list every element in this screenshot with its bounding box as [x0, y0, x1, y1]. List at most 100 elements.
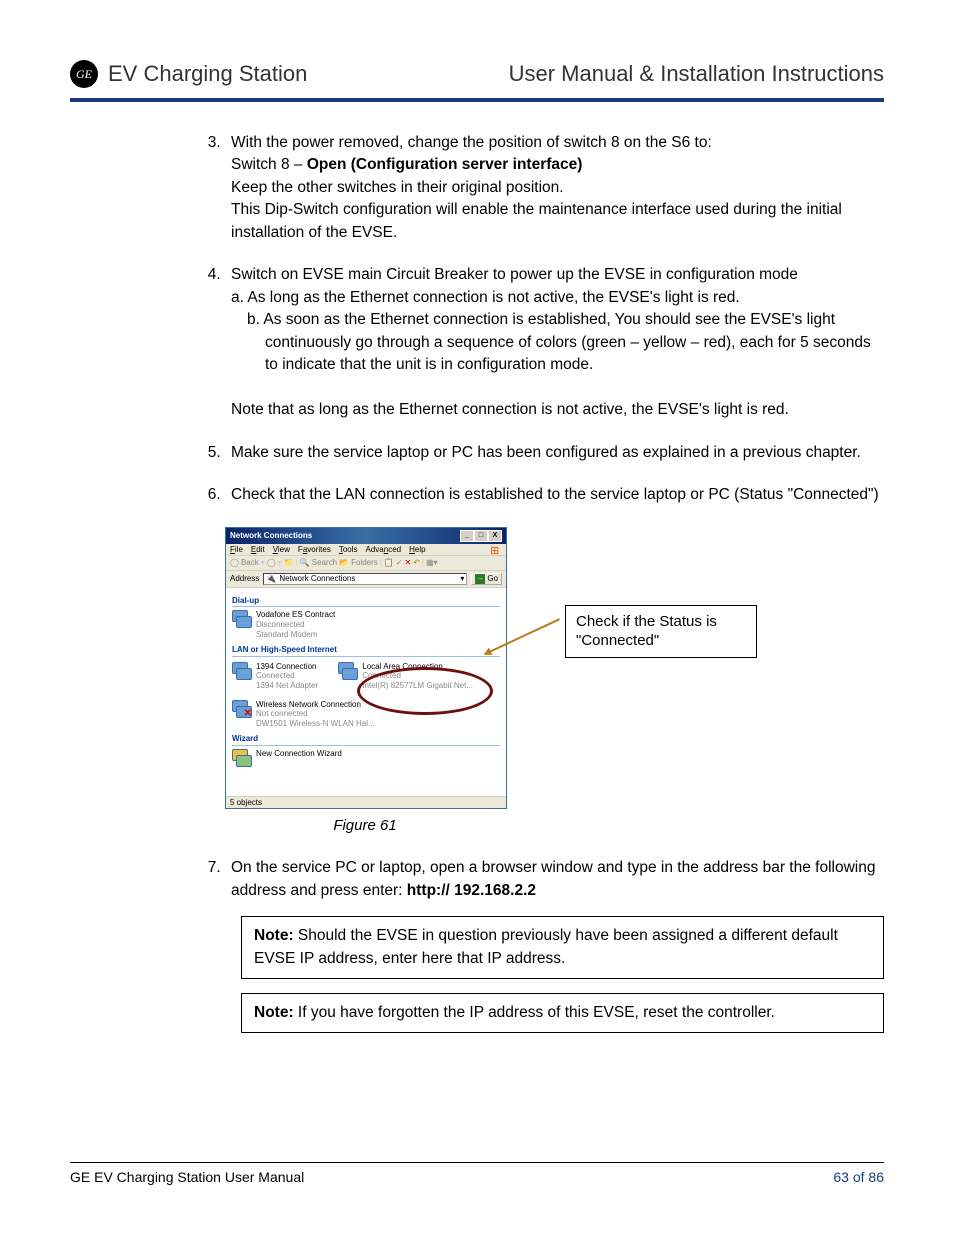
conn-status: Not connected	[256, 709, 375, 719]
conn-wireless: ✕ Wireless Network Connection Not connec…	[232, 700, 500, 729]
callout-box: Check if the Status is "Connected"	[565, 605, 757, 658]
note-1-text: Should the EVSE in question previously h…	[254, 927, 838, 966]
conn-device: 1394 Net Adapter	[256, 681, 318, 691]
menu-advanced: Advanced	[366, 545, 402, 555]
step-7-url: http:// 192.168.2.2	[407, 882, 536, 899]
step-3-line3: Keep the other switches in their origina…	[231, 179, 564, 196]
disconnected-x-icon: ✕	[244, 708, 252, 720]
go-arrow-icon: →	[475, 574, 485, 584]
conn-vodafone: Vodafone ES Contract Disconnected Standa…	[232, 610, 500, 639]
step-3-switch-label: Switch 8 –	[231, 156, 307, 173]
step-3: With the power removed, change the posit…	[225, 132, 884, 244]
header-divider	[70, 98, 884, 102]
up-folder-icon: 📁	[284, 558, 294, 568]
back-label: Back	[241, 558, 259, 568]
address-bar: Address 🔌 Network Connections ▾ → Go	[226, 571, 506, 588]
menu-view: View	[273, 545, 290, 555]
step-6: Check that the LAN connection is establi…	[225, 484, 884, 506]
step-3-switch-setting: Open (Configuration server interface)	[307, 156, 583, 173]
delete-icon: ✕	[405, 558, 412, 568]
undo-icon: ↶	[413, 558, 420, 568]
note-label: Note:	[254, 1004, 294, 1021]
window-menubar: File Edit View Favorites Tools Advanced …	[226, 544, 506, 557]
header-left-title: EV Charging Station	[108, 61, 307, 87]
ge-logo-icon: GE	[70, 60, 98, 88]
address-input: 🔌 Network Connections ▾	[263, 573, 467, 585]
conn-name: 1394 Connection	[256, 662, 318, 672]
step-4-line1: Switch on EVSE main Circuit Breaker to p…	[231, 266, 798, 283]
step-5: Make sure the service laptop or PC has b…	[225, 442, 884, 464]
conn-status: Connected	[362, 671, 473, 681]
connections-pane: Dial-up Vodafone ES Contract Disconnecte…	[226, 588, 506, 796]
search-label: Search	[312, 558, 337, 568]
address-label: Address	[230, 574, 259, 584]
conn-device: Standard Modem	[256, 630, 335, 640]
figure-caption: Figure 61	[225, 815, 505, 837]
window-toolbar: ◯ Back ▾ ◯ ▾ 📁 | 🔍 Search 📂 Folders | 📋 …	[226, 556, 506, 571]
go-label: Go	[487, 574, 498, 584]
window-controls: _□X	[460, 530, 502, 542]
conn-status: Disconnected	[256, 620, 335, 630]
note-2-text: If you have forgotten the IP address of …	[294, 1004, 775, 1021]
group-wizard: Wizard	[232, 734, 500, 746]
step-5-text: Make sure the service laptop or PC has b…	[231, 444, 861, 461]
footer-page-number: 63 of 86	[833, 1169, 884, 1185]
page-header: GE EV Charging Station User Manual & Ins…	[70, 60, 884, 98]
step-6-text: Check that the LAN connection is establi…	[231, 486, 879, 503]
group-dialup: Dial-up	[232, 596, 500, 608]
step-7-text: On the service PC or laptop, open a brow…	[231, 859, 875, 898]
conn-device: Intel(R) 82577LM Gigabit Net...	[362, 681, 473, 691]
step-4: Switch on EVSE main Circuit Breaker to p…	[225, 264, 884, 421]
conn-name: Wireless Network Connection	[256, 700, 375, 710]
note-box-1: Note: Should the EVSE in question previo…	[241, 916, 884, 979]
conn-status: Connected	[256, 671, 318, 681]
address-icon: 🔌	[266, 574, 276, 584]
menu-edit: Edit	[251, 545, 265, 555]
step-3-line4: This Dip-Switch configuration will enabl…	[231, 201, 842, 240]
wizard-icon	[232, 749, 250, 767]
conn-name: New Connection Wizard	[256, 749, 342, 759]
footer-left: GE EV Charging Station User Manual	[70, 1169, 304, 1185]
tool-icon-1: 📋	[384, 558, 394, 568]
conn-name: Local Area Connection	[362, 662, 473, 672]
modem-icon	[232, 610, 250, 628]
search-icon: 🔍	[300, 558, 310, 568]
menu-favorites: Favorites	[298, 545, 331, 555]
menu-help: Help	[409, 545, 425, 555]
close-icon: X	[488, 530, 502, 542]
conn-wizard: New Connection Wizard	[232, 749, 500, 767]
conn-device: DW1501 Wireless-N WLAN Hal...	[256, 719, 375, 729]
minimize-icon: _	[460, 530, 474, 542]
conn-1394: 1394 Connection Connected 1394 Net Adapt…	[232, 662, 318, 691]
conn-local-area: Local Area Connection Connected Intel(R)…	[338, 662, 473, 691]
maximize-icon: □	[474, 530, 488, 542]
step-7: On the service PC or laptop, open a brow…	[225, 857, 884, 1033]
conn-name: Vodafone ES Contract	[256, 610, 335, 620]
group-lan: LAN or High-Speed Internet	[232, 645, 500, 657]
window-title: Network Connections	[230, 531, 312, 541]
forward-icon: ◯	[267, 558, 276, 568]
folders-icon: 📂	[339, 558, 349, 568]
note-box-2: Note: If you have forgotten the IP addre…	[241, 993, 884, 1033]
network-icon	[338, 662, 356, 680]
views-icon: ▦▾	[426, 558, 438, 568]
window-titlebar: Network Connections _□X	[226, 528, 506, 544]
go-button: → Go	[471, 573, 502, 585]
figure-61: Network Connections _□X File Edit View F…	[225, 527, 884, 838]
header-right-title: User Manual & Installation Instructions	[509, 61, 884, 87]
step-4-a: a. As long as the Ethernet connection is…	[231, 287, 884, 309]
window-statusbar: 5 objects	[226, 796, 506, 809]
step-3-line1: With the power removed, change the posit…	[231, 134, 712, 151]
network-icon: ✕	[232, 700, 250, 718]
tool-icon-2: ✓	[396, 558, 403, 568]
step-4-note: Note that as long as the Ethernet connec…	[231, 401, 789, 418]
folders-label: Folders	[351, 558, 378, 568]
windows-flag-icon	[490, 545, 502, 557]
back-icon: ◯	[230, 558, 239, 568]
note-label: Note:	[254, 927, 294, 944]
step-4-b: b. As soon as the Ethernet connection is…	[231, 309, 884, 376]
network-icon	[232, 662, 250, 680]
address-value: Network Connections	[279, 574, 355, 584]
network-connections-window: Network Connections _□X File Edit View F…	[225, 527, 507, 810]
menu-tools: Tools	[339, 545, 358, 555]
